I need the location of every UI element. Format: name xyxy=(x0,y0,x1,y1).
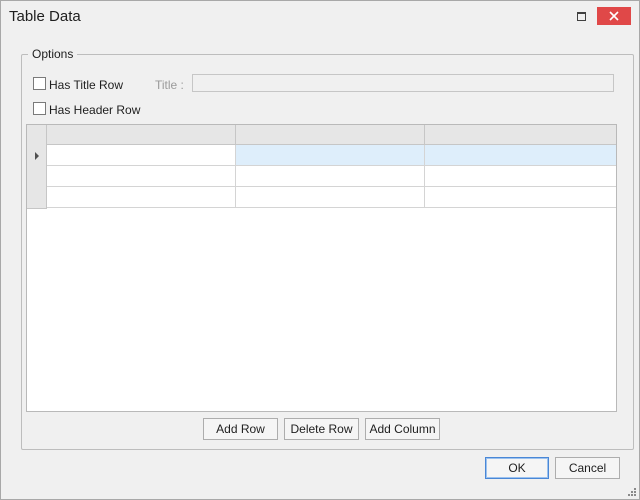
grid-cell[interactable] xyxy=(47,166,236,187)
grid-cell[interactable] xyxy=(425,145,616,166)
column-header[interactable] xyxy=(47,125,236,145)
add-column-button[interactable]: Add Column xyxy=(365,418,440,440)
cancel-button[interactable]: Cancel xyxy=(555,457,620,479)
row-header[interactable] xyxy=(27,166,47,188)
column-header[interactable] xyxy=(236,125,425,145)
grid-cell[interactable] xyxy=(236,166,425,187)
close-icon xyxy=(609,11,619,21)
row-header[interactable] xyxy=(27,145,47,167)
close-button[interactable] xyxy=(597,7,631,25)
restore-icon xyxy=(576,11,586,21)
ok-button[interactable]: OK xyxy=(485,457,549,479)
restore-button[interactable] xyxy=(568,7,594,25)
table-data-grid[interactable] xyxy=(26,124,617,412)
title-input[interactable] xyxy=(192,74,614,92)
grid-corner-header[interactable] xyxy=(27,125,47,146)
grid-cell[interactable] xyxy=(47,187,236,208)
row-header[interactable] xyxy=(27,187,47,209)
has-title-row-checkbox[interactable] xyxy=(33,77,46,90)
grid-cell[interactable] xyxy=(425,187,616,208)
has-header-row-checkbox[interactable] xyxy=(33,102,46,115)
has-header-row-label[interactable]: Has Header Row xyxy=(49,103,140,117)
grid-cell[interactable] xyxy=(236,187,425,208)
grid-cell[interactable] xyxy=(236,145,425,166)
resize-grip-icon[interactable] xyxy=(627,487,637,497)
title-bar: Table Data xyxy=(1,1,639,31)
delete-row-button[interactable]: Delete Row xyxy=(284,418,359,440)
table-data-dialog: Table Data Options Has Title Row Title :… xyxy=(0,0,640,500)
title-field-label: Title : xyxy=(155,78,184,92)
column-header[interactable] xyxy=(425,125,616,145)
row-indicator-icon xyxy=(35,152,39,160)
add-row-button[interactable]: Add Row xyxy=(203,418,278,440)
has-title-row-label[interactable]: Has Title Row xyxy=(49,78,123,92)
grid-cell[interactable] xyxy=(47,145,236,166)
grid-cell[interactable] xyxy=(425,166,616,187)
options-group-label: Options xyxy=(28,47,78,61)
window-title: Table Data xyxy=(9,8,81,25)
